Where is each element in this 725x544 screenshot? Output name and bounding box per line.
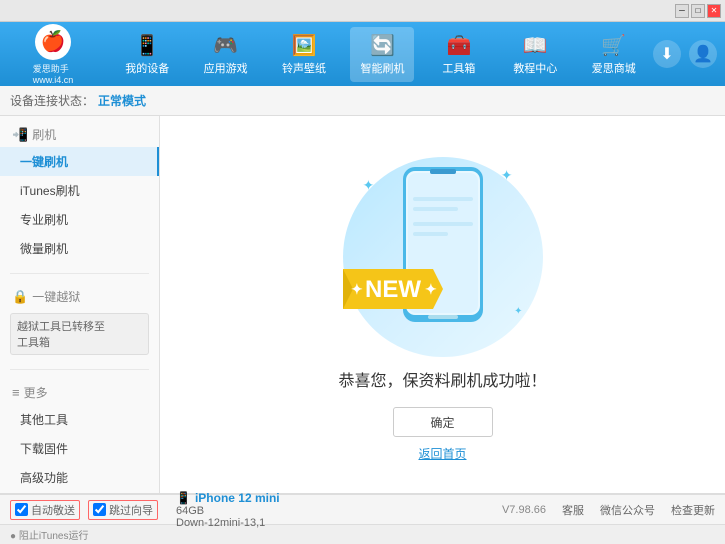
itunes-status-label: ● 阻止iTunes运行 — [10, 527, 88, 542]
sidebar-item-download-firmware[interactable]: 下载固件 — [0, 434, 159, 463]
svg-text:✦: ✦ — [351, 281, 363, 297]
device-storage: 64GB — [176, 505, 280, 517]
wechat-public-link[interactable]: 微信公众号 — [600, 502, 655, 518]
sidebar-section-more-title: ≡ 更多 — [0, 380, 159, 405]
nav-item-tutorials-label: 教程中心 — [513, 60, 557, 76]
nav-right: ⬇ 👤 — [653, 40, 717, 68]
star-decoration-1: ✦ — [363, 177, 375, 194]
jailbreak-warning: 越狱工具已转移至工具箱 — [10, 313, 149, 355]
ringtones-icon: 🖼️ — [292, 33, 317, 58]
device-phone-icon: 📱 — [176, 491, 191, 505]
star-decoration-2: ✦ — [501, 167, 513, 184]
skip-wizard-checkbox-container[interactable]: 跳过向导 — [88, 500, 158, 520]
illustration: ✦ ✦ ✦ — [333, 147, 553, 367]
nav-item-my-device-label: 我的设备 — [125, 60, 169, 76]
bottom-wrapper: 自动敬送 跳过向导 📱 iPhone 12 mini 64GB Down-12m… — [0, 493, 725, 544]
nav-item-mall-label: 爱思商城 — [592, 60, 636, 76]
nav-item-app-games-label: 应用游戏 — [204, 60, 248, 76]
flash-section-icon: 📲 — [12, 127, 28, 143]
success-title: 恭喜您，保资料刷机成功啦！ — [338, 367, 546, 391]
status-bar: 设备连接状态： 正常模式 — [0, 86, 725, 116]
sidebar-divider-2 — [10, 369, 149, 370]
nav-item-smart-flash-label: 智能刷机 — [360, 60, 404, 76]
close-button[interactable]: ✕ — [707, 4, 721, 18]
check-update-link[interactable]: 检查更新 — [671, 502, 715, 518]
auto-send-checkbox[interactable] — [15, 503, 28, 516]
sidebar: 📲 刷机 一键刷机 iTunes刷机 专业刷机 微量刷机 🔒 一键越狱 — [0, 116, 160, 493]
nav-item-mall[interactable]: 🛒 爱思商城 — [582, 27, 646, 82]
sidebar-section-jailbreak: 🔒 一键越狱 越狱工具已转移至工具箱 — [0, 278, 159, 365]
nav-item-app-games[interactable]: 🎮 应用游戏 — [194, 27, 258, 82]
auto-send-checkbox-container[interactable]: 自动敬送 — [10, 500, 80, 520]
main-area: 📲 刷机 一键刷机 iTunes刷机 专业刷机 微量刷机 🔒 一键越狱 — [0, 116, 725, 493]
auto-send-label: 自动敬送 — [31, 502, 75, 518]
status-label: 设备连接状态： — [10, 92, 94, 109]
sidebar-item-other-tools[interactable]: 其他工具 — [0, 405, 159, 434]
bottom-bar: 自动敬送 跳过向导 📱 iPhone 12 mini 64GB Down-12m… — [0, 494, 725, 524]
download-button[interactable]: ⬇ — [653, 40, 681, 68]
sidebar-item-advanced[interactable]: 高级功能 — [0, 463, 159, 492]
confirm-button[interactable]: 确定 — [393, 407, 493, 437]
top-nav: 🍎 爱思助手www.i4.cn 📱 我的设备 🎮 应用游戏 🖼️ 铃声壁纸 🔄 … — [0, 22, 725, 86]
minimize-button[interactable]: ─ — [675, 4, 689, 18]
go-home-link[interactable]: 返回首页 — [418, 445, 466, 462]
new-badge: ✦ NEW ✦ — [343, 254, 453, 327]
nav-item-ringtones-label: 铃声壁纸 — [282, 60, 326, 76]
bottom-right: V7.98.66 客服 微信公众号 检查更新 — [502, 502, 715, 518]
my-device-icon: 📱 — [135, 33, 160, 58]
sidebar-item-micro-flash[interactable]: 微量刷机 — [0, 234, 159, 263]
sidebar-section-more: ≡ 更多 其他工具 下载固件 高级功能 — [0, 374, 159, 493]
sidebar-item-itunes-flash[interactable]: iTunes刷机 — [0, 176, 159, 205]
logo-text: 爱思助手www.i4.cn — [33, 62, 74, 85]
nav-item-ringtones[interactable]: 🖼️ 铃声壁纸 — [272, 27, 336, 82]
sidebar-section-jailbreak-title: 🔒 一键越狱 — [0, 284, 159, 309]
sidebar-item-one-click-flash[interactable]: 一键刷机 — [0, 147, 159, 176]
skip-wizard-label: 跳过向导 — [109, 502, 153, 518]
customer-service-link[interactable]: 客服 — [562, 502, 584, 518]
svg-text:✦: ✦ — [425, 281, 437, 297]
logo[interactable]: 🍎 爱思助手www.i4.cn — [8, 24, 98, 85]
tutorials-icon: 📖 — [523, 33, 548, 58]
app-games-icon: 🎮 — [213, 33, 238, 58]
version-label: V7.98.66 — [502, 504, 546, 516]
content-area: ✦ ✦ ✦ — [160, 116, 725, 493]
nav-item-my-device[interactable]: 📱 我的设备 — [115, 27, 179, 82]
nav-items: 📱 我的设备 🎮 应用游戏 🖼️ 铃声壁纸 🔄 智能刷机 🧰 工具箱 📖 教程中… — [108, 27, 653, 82]
title-bar: ─ □ ✕ — [0, 0, 725, 22]
nav-item-smart-flash[interactable]: 🔄 智能刷机 — [350, 27, 414, 82]
device-name: 📱 iPhone 12 mini — [176, 491, 280, 505]
mall-icon: 🛒 — [601, 33, 626, 58]
svg-text:NEW: NEW — [365, 276, 421, 303]
nav-item-tutorials[interactable]: 📖 教程中心 — [503, 27, 567, 82]
logo-icon: 🍎 — [35, 24, 71, 60]
maximize-button[interactable]: □ — [691, 4, 705, 18]
smart-flash-icon: 🔄 — [370, 33, 395, 58]
star-decoration-3: ✦ — [514, 306, 522, 317]
sidebar-section-flash-title: 📲 刷机 — [0, 122, 159, 147]
user-button[interactable]: 👤 — [689, 40, 717, 68]
toolbox-icon: 🧰 — [446, 33, 471, 58]
sidebar-section-flash: 📲 刷机 一键刷机 iTunes刷机 专业刷机 微量刷机 — [0, 116, 159, 269]
lock-icon: 🔒 — [12, 289, 28, 305]
status-value: 正常模式 — [98, 92, 146, 109]
more-section-icon: ≡ — [12, 385, 20, 400]
skip-wizard-checkbox[interactable] — [93, 503, 106, 516]
sidebar-item-pro-flash[interactable]: 专业刷机 — [0, 205, 159, 234]
sidebar-divider-1 — [10, 273, 149, 274]
nav-item-toolbox-label: 工具箱 — [442, 60, 475, 76]
nav-item-toolbox[interactable]: 🧰 工具箱 — [429, 27, 489, 82]
